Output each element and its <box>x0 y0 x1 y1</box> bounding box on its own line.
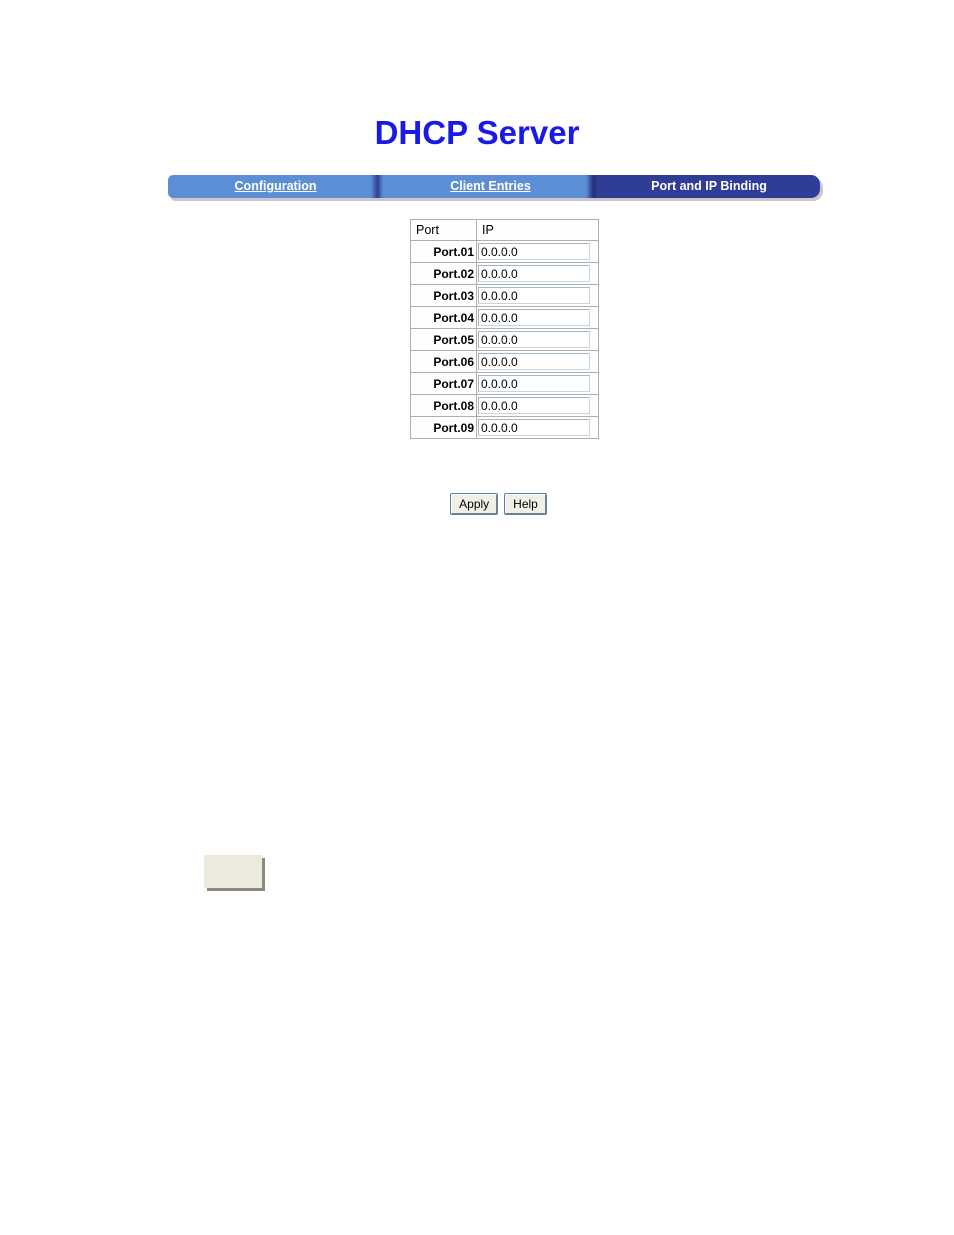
table-row: Port.06 <box>410 350 599 373</box>
table-row: Port.01 <box>410 240 599 263</box>
column-header-port: Port <box>410 219 477 241</box>
ip-cell <box>476 306 599 329</box>
tab-configuration-label[interactable]: Configuration <box>235 179 317 193</box>
tab-client-entries-label[interactable]: Client Entries <box>450 179 531 193</box>
ip-input-port-08[interactable] <box>478 397 590 414</box>
page-title: DHCP Server <box>374 114 580 151</box>
port-label: Port.01 <box>410 240 477 263</box>
table-row: Port.02 <box>410 262 599 285</box>
ip-cell <box>476 284 599 307</box>
port-ip-binding-table: Port IP Port.01 Port.02 Port.03 Port.04 <box>410 219 599 439</box>
ip-input-port-02[interactable] <box>478 265 590 282</box>
column-header-ip: IP <box>476 219 599 241</box>
tab-configuration[interactable]: Configuration <box>168 175 383 198</box>
table-row: Port.07 <box>410 372 599 395</box>
ip-input-port-03[interactable] <box>478 287 590 304</box>
table-row: Port.09 <box>410 416 599 439</box>
bottom-placeholder-box <box>204 855 262 888</box>
ip-cell <box>476 328 599 351</box>
ip-input-port-09[interactable] <box>478 419 590 436</box>
port-label: Port.08 <box>410 394 477 417</box>
port-label: Port.04 <box>410 306 477 329</box>
ip-input-port-06[interactable] <box>478 353 590 370</box>
tab-bar: Configuration Client Entries Port and IP… <box>168 175 823 201</box>
ip-cell <box>476 350 599 373</box>
ip-input-port-04[interactable] <box>478 309 590 326</box>
button-row: Apply Help <box>410 494 587 514</box>
tab-port-and-ip-binding[interactable]: Port and IP Binding <box>598 175 820 198</box>
port-label: Port.07 <box>410 372 477 395</box>
port-label: Port.02 <box>410 262 477 285</box>
port-label: Port.05 <box>410 328 477 351</box>
help-button[interactable]: Help <box>505 494 546 514</box>
port-label: Port.03 <box>410 284 477 307</box>
ip-cell <box>476 416 599 439</box>
apply-button[interactable]: Apply <box>451 494 498 514</box>
table-header-row: Port IP <box>410 219 599 241</box>
port-label: Port.09 <box>410 416 477 439</box>
ip-input-port-01[interactable] <box>478 243 590 260</box>
table-row: Port.08 <box>410 394 599 417</box>
ip-cell <box>476 372 599 395</box>
tab-client-entries[interactable]: Client Entries <box>383 175 598 198</box>
ip-input-port-05[interactable] <box>478 331 590 348</box>
ip-input-port-07[interactable] <box>478 375 590 392</box>
ip-cell <box>476 240 599 263</box>
table-row: Port.03 <box>410 284 599 307</box>
port-label: Port.06 <box>410 350 477 373</box>
table-row: Port.04 <box>410 306 599 329</box>
table-row: Port.05 <box>410 328 599 351</box>
ip-cell <box>476 394 599 417</box>
tab-port-and-ip-binding-label: Port and IP Binding <box>651 179 767 193</box>
ip-cell <box>476 262 599 285</box>
